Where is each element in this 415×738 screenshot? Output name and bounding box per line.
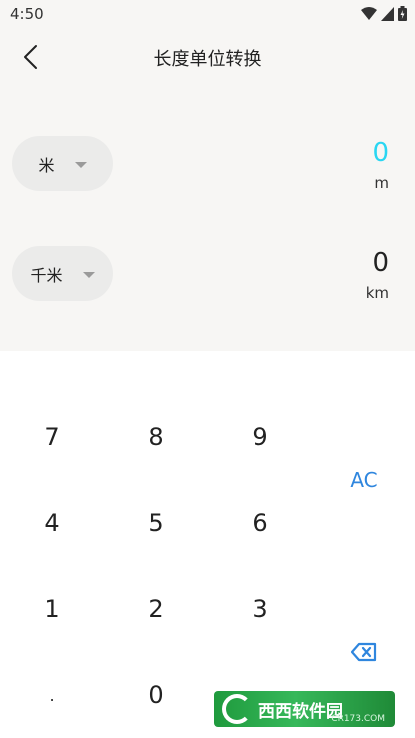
app-bar: 长度单位转换 xyxy=(0,28,415,86)
from-unit-label: 米 xyxy=(38,155,55,175)
key-3[interactable]: 3 xyxy=(230,584,290,634)
to-value: 0 xyxy=(372,248,389,278)
wifi-icon xyxy=(361,6,377,20)
to-unit-symbol: km xyxy=(365,284,389,302)
key-2[interactable]: 2 xyxy=(126,584,186,634)
status-icons xyxy=(361,6,407,21)
key-0[interactable]: 0 xyxy=(126,670,186,720)
from-value-display[interactable]: 0 m xyxy=(372,138,389,192)
from-unit-symbol: m xyxy=(374,174,389,192)
from-value: 0 xyxy=(372,138,389,168)
watermark-emblem-icon xyxy=(222,694,252,724)
key-6[interactable]: 6 xyxy=(230,498,290,548)
key-1[interactable]: 1 xyxy=(22,584,82,634)
signal-icon xyxy=(381,6,394,21)
status-time: 4:50 xyxy=(10,5,44,23)
status-bar: 4:50 xyxy=(0,0,415,28)
converter-panel: 米 0 m 千米 0 km xyxy=(0,86,415,351)
key-8[interactable]: 8 xyxy=(126,412,186,462)
clear-all-button[interactable]: AC xyxy=(334,455,394,505)
key-5[interactable]: 5 xyxy=(126,498,186,548)
key-decimal[interactable]: . xyxy=(22,670,82,720)
watermark-subtext: CR173.COM xyxy=(331,714,385,724)
key-7[interactable]: 7 xyxy=(22,412,82,462)
battery-icon xyxy=(398,6,407,21)
watermark-text: 西西软件园 xyxy=(258,701,343,722)
key-4[interactable]: 4 xyxy=(22,498,82,548)
dropdown-caret-icon xyxy=(82,271,95,278)
to-unit-dropdown[interactable]: 千米 xyxy=(12,246,113,301)
from-unit-dropdown[interactable]: 米 xyxy=(12,136,113,191)
key-9[interactable]: 9 xyxy=(230,412,290,462)
keypad: 7 8 9 4 5 6 1 2 3 . 0 AC xyxy=(0,351,415,738)
page-title: 长度单位转换 xyxy=(153,49,262,70)
watermark-logo: 西西软件园 CR173.COM xyxy=(214,691,395,727)
to-unit-label: 千米 xyxy=(30,265,63,285)
dropdown-caret-icon xyxy=(74,161,87,168)
to-value-display[interactable]: 0 km xyxy=(366,248,389,302)
backspace-button[interactable] xyxy=(334,627,394,677)
backspace-icon xyxy=(351,642,377,662)
